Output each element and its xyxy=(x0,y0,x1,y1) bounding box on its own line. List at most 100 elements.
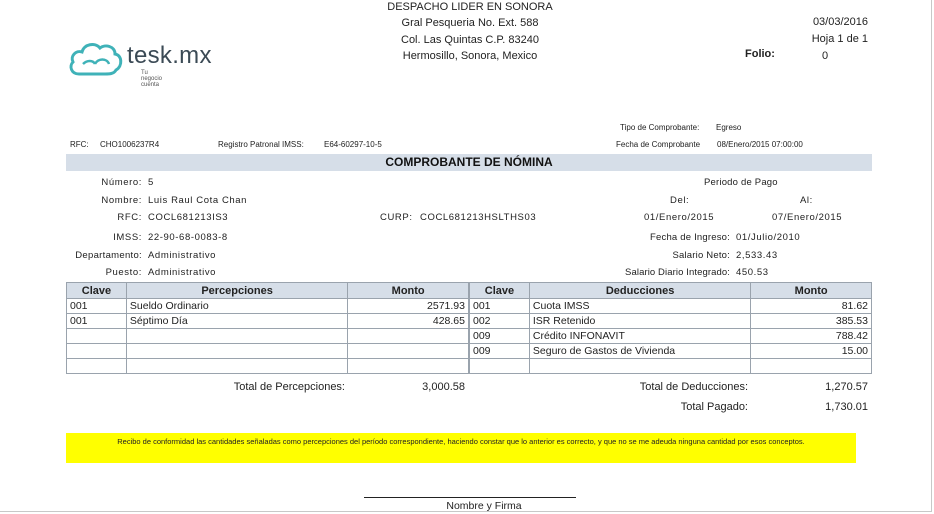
table-row: 009 Seguro de Gastos de Vivienda 15.00 xyxy=(469,343,872,359)
salario-neto-label: Salario Neto: xyxy=(672,250,730,261)
company-address-line1: Gral Pesqueria No. Ext. 588 xyxy=(401,17,539,29)
salario-diario-label: Salario Diario Integrado: xyxy=(625,267,730,278)
column-header: Deducciones xyxy=(528,282,752,299)
total-pagado-label: Total Pagado: xyxy=(680,401,748,413)
monto-cell xyxy=(347,343,469,359)
clave-cell: 009 xyxy=(469,328,530,344)
concepto-cell xyxy=(125,328,349,344)
concepto-cell xyxy=(125,358,349,374)
table-row: 001 Cuota IMSS 81.62 xyxy=(469,298,872,314)
table-header-row: Clave Deducciones Monto xyxy=(469,282,872,299)
percepciones-table: Clave Percepciones Monto 001 Sueldo Ordi… xyxy=(66,282,469,374)
monto-cell xyxy=(750,358,872,374)
concepto-cell: Séptimo Día xyxy=(125,313,349,329)
monto-cell xyxy=(347,328,469,344)
table-row: 001 Séptimo Día 428.65 xyxy=(66,313,469,329)
table-row: 009 Crédito INFONAVIT 788.42 xyxy=(469,328,872,344)
monto-cell xyxy=(347,358,469,374)
deducciones-table: Clave Deducciones Monto 001 Cuota IMSS 8… xyxy=(469,282,872,374)
cloud-icon xyxy=(69,43,123,76)
rfc-emisor-value: CHO1006237R4 xyxy=(100,140,160,149)
title-band: COMPROBANTE DE NÓMINA xyxy=(66,154,872,171)
registro-patronal-value: E64-60297-10-5 xyxy=(324,140,382,149)
column-header: Monto xyxy=(347,282,469,299)
clave-cell xyxy=(66,343,127,359)
document-date: 03/03/2016 xyxy=(812,16,868,28)
nombre-label: Nombre: xyxy=(101,195,142,206)
monto-cell: 788.42 xyxy=(750,328,872,344)
fecha-comprobante-label: Fecha de Comprobante xyxy=(616,140,701,149)
signature-label: Nombre y Firma xyxy=(446,500,522,512)
total-percepciones-value: 3,000.58 xyxy=(422,381,465,393)
curp-label: CURP: xyxy=(380,212,413,223)
salario-neto-value: 2,533.43 xyxy=(736,250,778,261)
registro-patronal-label: Registro Patronal IMSS: xyxy=(218,140,304,149)
clave-cell: 002 xyxy=(469,313,530,329)
imss-value: 22-90-68-0083-8 xyxy=(148,232,228,243)
departamento-label: Departamento: xyxy=(75,250,142,261)
monto-cell: 385.53 xyxy=(750,313,872,329)
table-row xyxy=(66,358,469,374)
table-header-row: Clave Percepciones Monto xyxy=(66,282,469,299)
monto-cell: 428.65 xyxy=(347,313,469,329)
company-name: DESPACHO LIDER EN SONORA xyxy=(387,1,553,13)
document-title: COMPROBANTE DE NÓMINA xyxy=(385,155,553,169)
fecha-ingreso-label: Fecha de Ingreso: xyxy=(650,232,730,243)
al-value: 07/Enero/2015 xyxy=(772,212,843,223)
nombre-value: Luis Raul Cota Chan xyxy=(148,195,248,206)
total-pagado-value: 1,730.01 xyxy=(825,401,868,413)
numero-value: 5 xyxy=(148,177,154,188)
clave-cell xyxy=(66,358,127,374)
rfc-value: COCL681213IS3 xyxy=(148,212,229,223)
column-header: Clave xyxy=(469,282,530,299)
clave-cell: 009 xyxy=(469,343,530,359)
rfc-emisor-label: RFC: xyxy=(70,140,89,149)
clave-cell xyxy=(66,328,127,344)
table-row: 002 ISR Retenido 385.53 xyxy=(469,313,872,329)
total-deducciones-label: Total de Deducciones: xyxy=(639,381,748,393)
concepto-cell: Crédito INFONAVIT xyxy=(528,328,752,344)
monto-cell: 15.00 xyxy=(750,343,872,359)
monto-cell: 2571.93 xyxy=(347,298,469,314)
table-row xyxy=(66,343,469,359)
fecha-comprobante-value: 08/Enero/2015 07:00:00 xyxy=(717,140,803,149)
column-header: Percepciones xyxy=(125,282,349,299)
clave-cell xyxy=(469,358,530,374)
concepto-cell xyxy=(528,358,752,374)
al-label: Al: xyxy=(800,195,813,206)
company-logo: tesk.mx Tu negocio cuenta xyxy=(67,40,211,88)
logo-wordmark: tesk.mx xyxy=(127,42,212,69)
company-address-line3: Hermosillo, Sonora, Mexico xyxy=(402,50,538,62)
puesto-label: Puesto: xyxy=(105,267,142,278)
concepto-cell xyxy=(125,343,349,359)
table-row xyxy=(66,328,469,344)
concepto-cell: ISR Retenido xyxy=(528,313,752,329)
rfc-label: RFC: xyxy=(117,212,142,223)
total-deducciones-value: 1,270.57 xyxy=(825,381,868,393)
folio-value: 0 xyxy=(822,50,829,62)
signature-line xyxy=(364,497,576,498)
puesto-value: Administrativo xyxy=(148,267,217,278)
total-percepciones-label: Total de Percepciones: xyxy=(233,381,345,393)
conformity-notice: Recibo de conformidad las cantidades señ… xyxy=(66,433,856,463)
company-address-line2: Col. Las Quintas C.P. 83240 xyxy=(401,34,539,46)
clave-cell: 001 xyxy=(66,298,127,314)
salario-diario-value: 450.53 xyxy=(736,267,769,278)
folio-label: Folio: xyxy=(745,48,775,60)
clave-cell: 001 xyxy=(469,298,530,314)
concepto-cell: Sueldo Ordinario xyxy=(125,298,349,314)
table-row: 001 Sueldo Ordinario 2571.93 xyxy=(66,298,469,314)
column-header: Monto xyxy=(750,282,872,299)
del-value: 01/Enero/2015 xyxy=(644,212,715,223)
table-row xyxy=(469,358,872,374)
page-number: Hoja 1 de 1 xyxy=(811,33,868,45)
tipo-comprobante-value: Egreso xyxy=(716,123,742,132)
numero-label: Número: xyxy=(101,177,142,188)
imss-label: IMSS: xyxy=(113,232,142,243)
logo-tagline: Tu negocio cuenta xyxy=(141,70,163,88)
curp-value: COCL681213HSLTHS03 xyxy=(420,212,537,223)
departamento-value: Administrativo xyxy=(148,250,217,261)
concepto-cell: Seguro de Gastos de Vivienda xyxy=(528,343,752,359)
tipo-comprobante-label: Tipo de Comprobante: xyxy=(620,123,700,132)
periodo-pago-label: Periodo de Pago xyxy=(704,177,778,188)
